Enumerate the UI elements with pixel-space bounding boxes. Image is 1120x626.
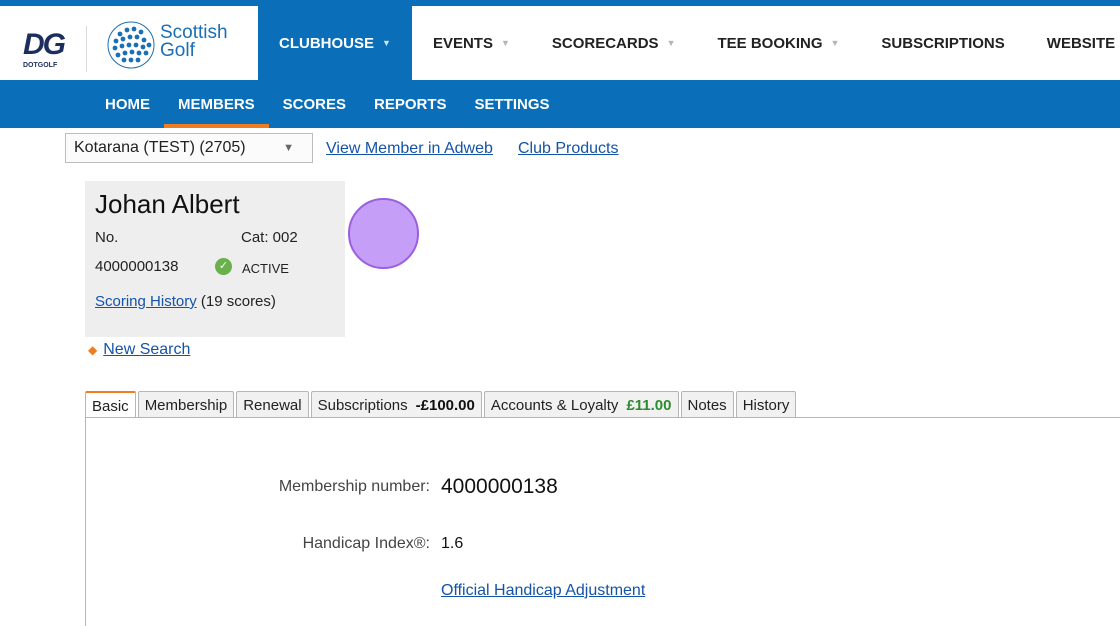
subnav-settings[interactable]: SETTINGS: [461, 80, 564, 128]
member-summary-card: Johan Albert No. Cat: 002 4000000138 ✓ A…: [85, 181, 345, 337]
nav-tee-booking-label: TEE BOOKING: [717, 34, 823, 52]
dotgolf-mark: DG: [23, 28, 66, 61]
sub-nav: HOME MEMBERS SCORES REPORTS SETTINGS: [0, 80, 1120, 128]
check-circle-icon: ✓: [215, 258, 232, 275]
member-category: Cat: 002: [241, 229, 298, 246]
tab-renewal[interactable]: Renewal: [236, 391, 309, 418]
scoring-history-row: Scoring History (19 scores): [95, 293, 276, 310]
scoring-history-link[interactable]: Scoring History: [95, 293, 197, 310]
club-select[interactable]: Kotarana (TEST) (2705) ▼: [65, 133, 313, 163]
main-nav: CLUBHOUSE ▼ EVENTS ▼ SCORECARDS ▼ TEE BO…: [258, 6, 1120, 80]
scottish-golf-line2: Golf: [160, 40, 195, 61]
arrow-left-icon: ◆: [88, 343, 98, 357]
subnav-scores[interactable]: SCORES: [269, 80, 360, 128]
nav-events-label: EVENTS: [432, 34, 493, 52]
chevron-down-icon: ▼: [830, 38, 840, 48]
subnav-reports[interactable]: REPORTS: [360, 80, 461, 128]
chevron-down-icon: ▼: [666, 38, 676, 48]
tab-notes-label: Notes: [687, 396, 727, 414]
nav-website[interactable]: WEBSITE: [1026, 6, 1120, 80]
new-search-row: ◆ New Search: [88, 341, 190, 359]
club-select-value: Kotarana (TEST) (2705): [74, 139, 246, 156]
nav-events[interactable]: EVENTS ▼: [412, 6, 531, 80]
handicap-label: Handicap Index®:: [302, 535, 430, 552]
tab-history[interactable]: History: [735, 391, 797, 418]
tab-membership[interactable]: Membership: [137, 391, 235, 418]
tab-history-label: History: [742, 396, 790, 414]
chevron-down-icon: ▼: [500, 38, 510, 48]
membership-number-value: 4000000138: [441, 475, 558, 498]
handicap-value: 1.6: [441, 535, 464, 552]
handicap-adjustment-link[interactable]: Official Handicap Adjustment: [441, 582, 645, 600]
cursor-marker: [348, 198, 419, 269]
tab-notes[interactable]: Notes: [680, 391, 734, 418]
nav-scorecards[interactable]: SCORECARDS ▼: [531, 6, 697, 80]
logo-divider: [86, 26, 87, 72]
tab-subscriptions[interactable]: Subscriptions -£100.00: [310, 391, 482, 418]
member-tabs: Basic Membership Renewal Subscriptions -£…: [85, 391, 798, 419]
nav-website-label: WEBSITE: [1046, 34, 1116, 52]
accounts-balance: £11.00: [626, 396, 672, 414]
view-member-adweb-link[interactable]: View Member in Adweb: [326, 140, 493, 158]
status-badge: ACTIVE: [242, 261, 289, 276]
chevron-down-icon: ▼: [382, 38, 391, 48]
tab-renewal-label: Renewal: [243, 396, 302, 414]
dotgolf-logo[interactable]: DG DOTGOLF: [20, 28, 68, 72]
nav-clubhouse[interactable]: CLUBHOUSE ▼: [258, 6, 412, 80]
tab-basic[interactable]: Basic: [85, 391, 136, 419]
scores-count: (19 scores): [200, 293, 276, 310]
nav-scorecards-label: SCORECARDS: [551, 34, 659, 52]
nav-tee-booking[interactable]: TEE BOOKING ▼: [696, 6, 860, 80]
nav-subscriptions-label: SUBSCRIPTIONS: [881, 34, 1005, 52]
scottish-golf-wordmark: Scottish Golf: [160, 23, 228, 61]
nav-subscriptions[interactable]: SUBSCRIPTIONS: [860, 6, 1025, 80]
subnav-members[interactable]: MEMBERS: [164, 80, 269, 128]
golf-ball-icon: [107, 21, 155, 69]
tab-subscriptions-label: Subscriptions: [317, 396, 408, 414]
chevron-down-icon: ▼: [283, 142, 294, 154]
tab-accounts-loyalty[interactable]: Accounts & Loyalty £11.00: [483, 391, 679, 418]
scottish-golf-logo[interactable]: Scottish Golf: [106, 20, 246, 72]
subnav-home[interactable]: HOME: [91, 80, 164, 128]
tab-basic-label: Basic: [92, 397, 129, 415]
membership-number-label: Membership number:: [278, 478, 430, 495]
tab-accounts-loyalty-label: Accounts & Loyalty: [490, 396, 619, 414]
club-products-link[interactable]: Club Products: [518, 140, 619, 158]
member-number: 4000000138: [95, 258, 179, 275]
tab-membership-label: Membership: [144, 396, 228, 414]
new-search-link[interactable]: New Search: [103, 341, 190, 358]
nav-clubhouse-label: CLUBHOUSE: [279, 34, 375, 52]
member-name: Johan Albert: [95, 189, 240, 219]
dotgolf-text: DOTGOLF: [23, 62, 58, 69]
subscriptions-balance: -£100.00: [415, 396, 475, 414]
member-no-label: No.: [95, 229, 119, 246]
